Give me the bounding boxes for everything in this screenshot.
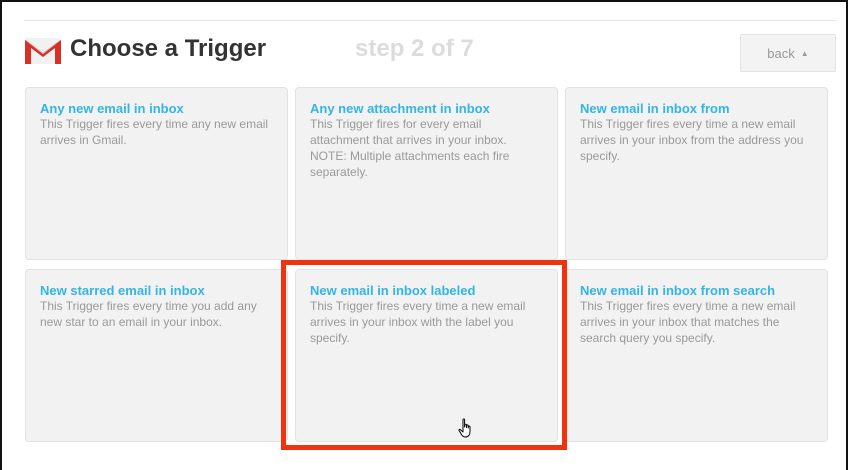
trigger-card-description: This Trigger fires every time a new emai… [580,117,804,163]
step-indicator: step 2 of 7 [355,35,474,62]
trigger-card-title: Any new attachment in inbox [310,101,490,116]
caret-up-icon: ▲ [800,48,809,58]
trigger-card-description: This Trigger fires every time any new em… [40,117,269,147]
trigger-card-description: This Trigger fires every time a new emai… [580,299,796,345]
page-title: Choose a Trigger [70,35,267,62]
trigger-card-title: Any new email in inbox [40,101,184,116]
gmail-icon [24,38,62,64]
trigger-card-title: New email in inbox from [580,101,730,116]
hand-cursor-icon [458,418,471,438]
back-button-label: back [767,45,795,61]
header: Choose a Trigger step 2 of 7 back ▲ [24,32,836,72]
trigger-card-title: New starred email in inbox [40,283,205,298]
trigger-card-any-new-attachment[interactable]: Any new attachment in inbox This Trigger… [295,87,558,260]
trigger-card-new-email-labeled[interactable]: New email in inbox labeled This Trigger … [295,269,558,442]
trigger-card-description: This Trigger fires every time a new emai… [310,299,526,345]
trigger-card-title: New email in inbox labeled [310,283,476,298]
trigger-card-new-email-from-search[interactable]: New email in inbox from search This Trig… [565,269,828,442]
trigger-card-any-new-email[interactable]: Any new email in inbox This Trigger fire… [25,87,288,260]
back-button[interactable]: back ▲ [740,34,836,72]
trigger-card-new-starred-email[interactable]: New starred email in inbox This Trigger … [25,269,288,442]
trigger-card-title: New email in inbox from search [580,283,776,298]
trigger-card-description: This Trigger fires for every email attac… [310,117,510,179]
trigger-card-description: This Trigger fires every time you add an… [40,299,257,329]
divider [24,20,836,21]
trigger-card-new-email-from[interactable]: New email in inbox from This Trigger fir… [565,87,828,260]
